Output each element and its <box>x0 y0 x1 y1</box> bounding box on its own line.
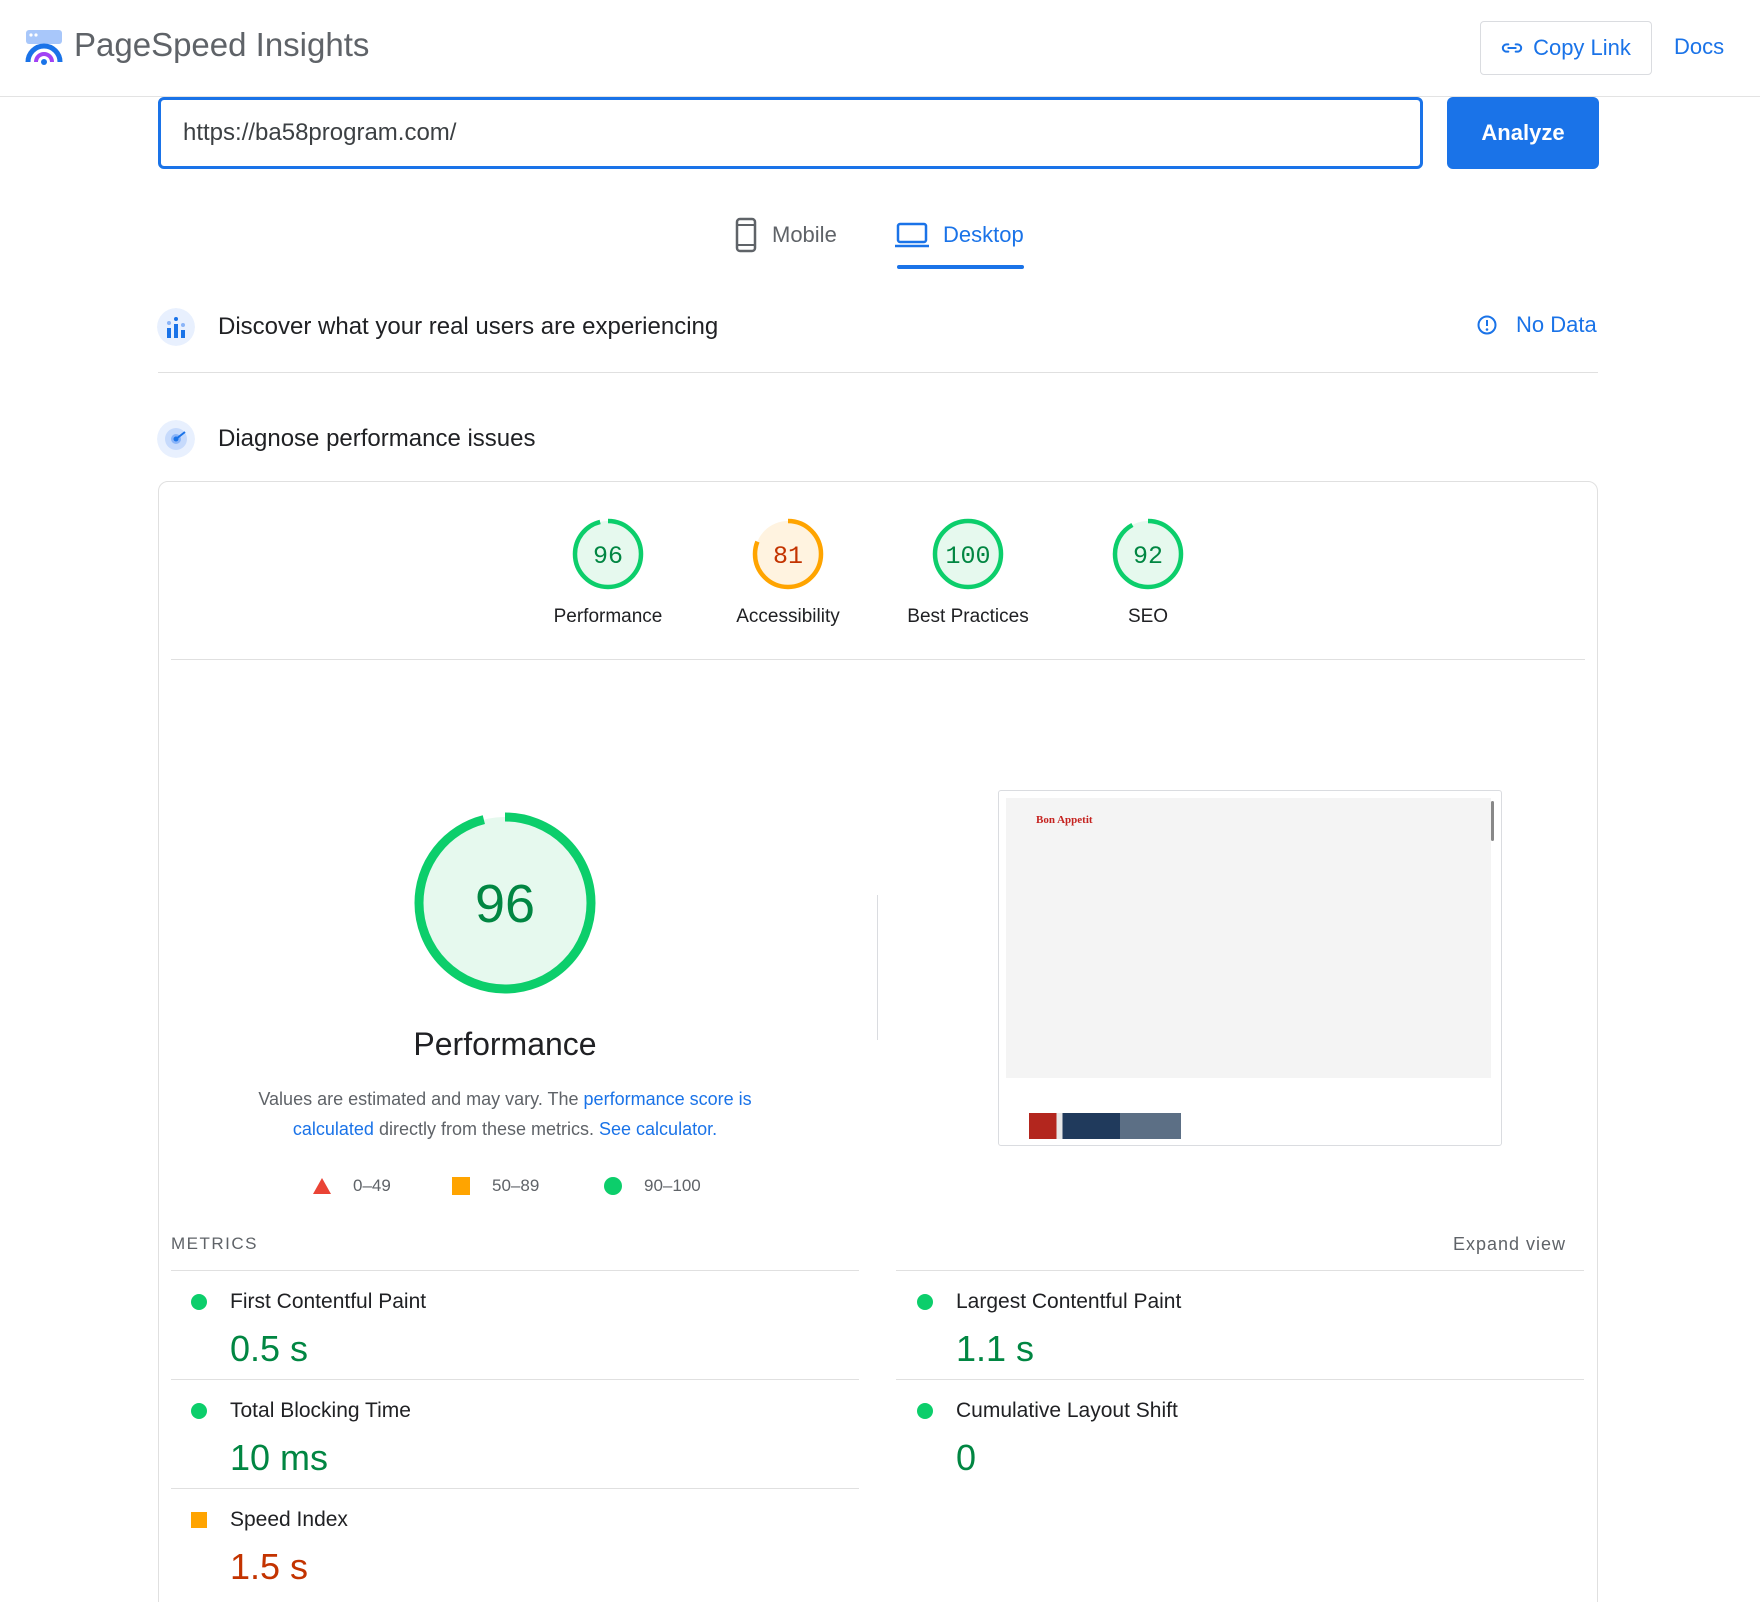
green-circle-icon <box>917 1403 933 1419</box>
laptop-icon <box>895 222 929 248</box>
metric-divider <box>896 1379 1584 1380</box>
tab-mobile-label: Mobile <box>772 222 837 247</box>
section-divider <box>158 372 1598 373</box>
no-data-label: No Data <box>1516 312 1597 337</box>
users-chart-icon <box>157 308 195 346</box>
pagespeed-logo-icon <box>25 30 63 65</box>
docs-link[interactable]: Docs <box>1674 34 1724 60</box>
metric-divider <box>171 1270 859 1271</box>
gauges-divider <box>171 659 1585 660</box>
score-ring: 92 <box>1112 518 1184 590</box>
metric-value: 0 <box>956 1437 977 1478</box>
metric-divider <box>171 1379 859 1380</box>
orange-square-icon <box>191 1512 207 1528</box>
metric-divider <box>171 1488 859 1489</box>
legend-fail: 0–49 <box>313 1176 391 1196</box>
score-gauge-best-practices[interactable]: 100 Best Practices <box>898 516 1038 628</box>
score-ring: 100 <box>932 518 1004 590</box>
app-title: PageSpeed Insights <box>74 26 370 63</box>
legend-fail-range: 0–49 <box>353 1176 391 1195</box>
vertical-divider <box>877 895 878 1040</box>
score-value: 81 <box>773 542 803 571</box>
green-circle-icon <box>191 1294 207 1310</box>
lab-data-title: Diagnose performance issues <box>218 425 536 452</box>
screenshot-brand-text: Bon Appetit <box>1036 814 1093 826</box>
legend-pass-range: 90–100 <box>644 1176 701 1195</box>
performance-big-gauge: 96 <box>414 812 596 994</box>
score-ring: 96 <box>572 518 644 590</box>
tab-desktop-label: Desktop <box>943 222 1024 247</box>
metric-name: Largest Contentful Paint <box>956 1290 1182 1313</box>
score-label: SEO <box>1127 606 1169 627</box>
performance-description: Values are estimated and may vary. The p… <box>220 1084 790 1144</box>
score-label: Performance <box>553 606 663 627</box>
score-gauge-performance[interactable]: 96 Performance <box>538 516 678 628</box>
tab-mobile[interactable]: Mobile <box>734 215 837 255</box>
link-icon <box>1501 43 1523 53</box>
score-value: 100 <box>945 542 990 571</box>
radar-icon <box>157 420 195 458</box>
screenshot-image-strip <box>1029 1113 1181 1139</box>
active-tab-indicator <box>897 265 1024 269</box>
metric-name: Speed Index <box>230 1508 348 1531</box>
info-icon <box>1477 315 1497 335</box>
red-triangle-icon <box>313 1178 331 1194</box>
see-calculator-link[interactable]: See calculator. <box>599 1119 717 1139</box>
metric-value: 1.1 s <box>956 1328 1035 1369</box>
green-circle-icon <box>917 1294 933 1310</box>
url-input[interactable] <box>158 97 1423 169</box>
no-data-link[interactable]: No Data <box>1476 312 1597 338</box>
expand-view-toggle[interactable]: Expand view <box>1453 1234 1566 1255</box>
legend-average-range: 50–89 <box>492 1176 540 1195</box>
score-gauge-seo[interactable]: 92 SEO <box>1078 516 1218 628</box>
orange-square-icon <box>452 1177 470 1195</box>
performance-heading: Performance <box>413 1026 597 1062</box>
legend-average: 50–89 <box>452 1176 539 1196</box>
tab-desktop[interactable]: Desktop <box>895 215 1024 255</box>
score-label: Best Practices <box>907 606 1029 627</box>
legend-pass: 90–100 <box>604 1176 701 1196</box>
score-gauge-accessibility[interactable]: 81 Accessibility <box>718 516 858 628</box>
metric-value: 10 ms <box>230 1437 329 1478</box>
copy-link-label: Copy Link <box>1533 35 1631 60</box>
metric-value: 1.5 s <box>230 1546 309 1587</box>
top-app-bar: PageSpeed Insights Copy Link Docs <box>0 0 1760 97</box>
green-circle-icon <box>191 1403 207 1419</box>
copy-link-button[interactable]: Copy Link <box>1480 21 1652 75</box>
metric-divider <box>896 1270 1584 1271</box>
score-ring: 81 <box>752 518 824 590</box>
metric-name: Cumulative Layout Shift <box>956 1399 1178 1422</box>
screenshot-viewport: Bon Appetit <box>1006 798 1491 1078</box>
metric-name: Total Blocking Time <box>230 1399 411 1422</box>
screenshot-scrollbar <box>1491 801 1494 841</box>
score-value: 96 <box>593 542 623 571</box>
final-screenshot: Bon Appetit <box>998 790 1502 1146</box>
analyze-button[interactable]: Analyze <box>1447 97 1599 169</box>
desc-text-middle: directly from these metrics. <box>373 1119 600 1139</box>
metric-value: 0.5 s <box>230 1328 309 1369</box>
score-value: 92 <box>1133 542 1163 571</box>
phone-icon <box>735 217 757 253</box>
field-data-title: Discover what your real users are experi… <box>218 313 719 340</box>
performance-big-score: 96 <box>475 874 535 934</box>
green-circle-icon <box>604 1177 622 1195</box>
metric-name: First Contentful Paint <box>230 1290 427 1313</box>
metrics-heading: METRICS <box>171 1234 258 1253</box>
score-label: Accessibility <box>736 606 840 627</box>
desc-text-prefix: Values are estimated and may vary. The <box>258 1089 584 1109</box>
